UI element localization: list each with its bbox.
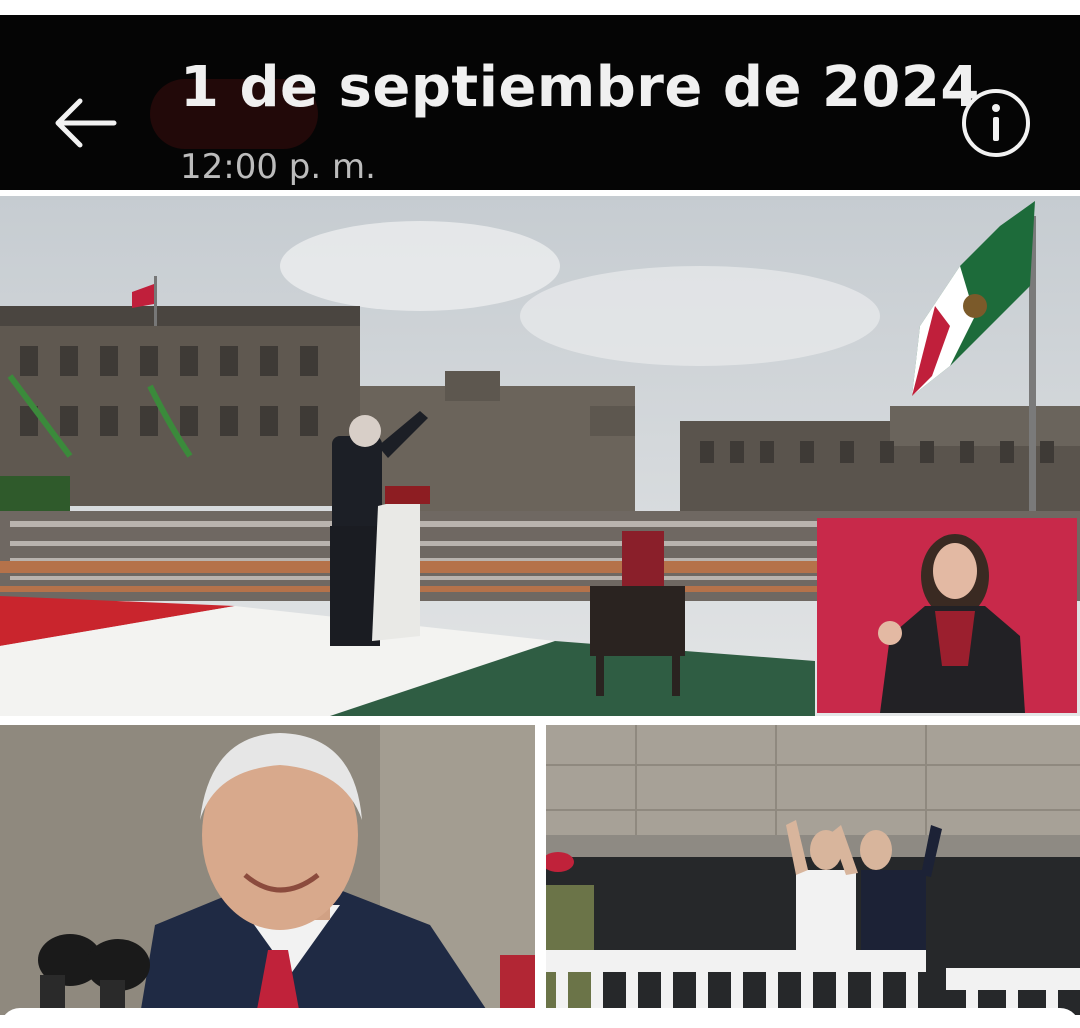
- timestamp: 12:00 p. m.: [180, 147, 376, 187]
- plaza-scene: [0, 196, 1080, 716]
- balcony-scene: [546, 725, 1080, 1015]
- arrow-left-icon[interactable]: [48, 87, 120, 159]
- portrait-photo[interactable]: [0, 725, 535, 1015]
- portrait-scene: [0, 725, 535, 1015]
- bottom-sheet-handle[interactable]: [0, 1008, 1080, 1028]
- header-bar: 1 de septiembre de 2024 12:00 p. m.: [0, 15, 1080, 190]
- page-title: 1 de septiembre de 2024: [180, 55, 980, 120]
- main-photo[interactable]: [0, 196, 1080, 716]
- balcony-photo[interactable]: [546, 725, 1080, 1015]
- info-circle-icon[interactable]: [960, 87, 1032, 159]
